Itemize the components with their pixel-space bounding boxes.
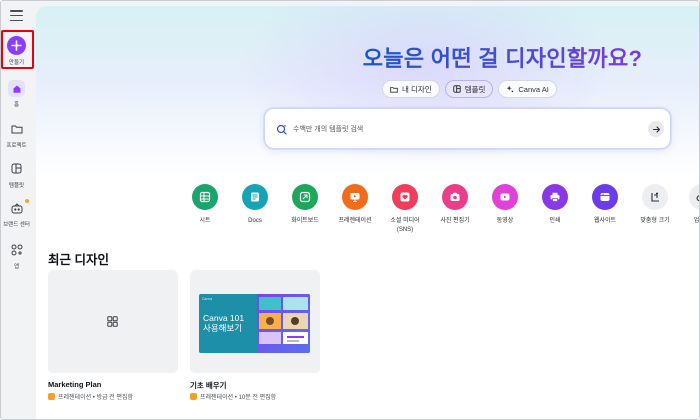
design-tabs: 내 디자인 템플릿 Canva AI xyxy=(382,80,557,98)
heart-icon xyxy=(392,184,418,210)
category-print-label: 인쇄 xyxy=(549,218,561,224)
category-sheets-label: 시트 xyxy=(199,218,211,224)
category-shortcuts: 시트 Docs 화이트보드 프레젠테이션 소셜 미디어 (SNS) 사진 편집기… xyxy=(173,184,699,244)
category-website[interactable]: 웹사이트 xyxy=(580,184,630,226)
category-video[interactable]: 동영상 xyxy=(480,184,530,226)
tab-my-designs[interactable]: 내 디자인 xyxy=(382,80,440,98)
category-upload[interactable]: 업로드 xyxy=(677,184,699,226)
sheets-icon xyxy=(192,184,218,210)
folder-icon xyxy=(11,125,22,133)
page-title: 오늘은 어떤 걸 디자인할까요? xyxy=(362,46,643,71)
tab-templates[interactable]: 템플릿 xyxy=(444,80,494,98)
cloud-upload-icon xyxy=(689,184,699,210)
search-submit-button[interactable] xyxy=(648,121,664,137)
template-icon xyxy=(452,85,461,93)
sparkle-icon xyxy=(507,85,514,93)
design-card-title[interactable]: 기초 배우기 xyxy=(190,380,227,391)
arrow-right-icon xyxy=(652,125,660,133)
whiteboard-icon xyxy=(292,184,318,210)
main-panel: 오늘은 어떤 걸 디자인할까요? 내 디자인 템플릿 Canva AI 시 xyxy=(36,6,699,419)
sidebar-item-projects[interactable] xyxy=(8,120,25,137)
design-card-meta: 프레젠테이션 • 10분 전 편집함 xyxy=(190,392,276,401)
design-card-basics[interactable]: Canva Canva 101 사용해보기 xyxy=(190,270,320,373)
category-photo-editor-label: 사진 편집기 xyxy=(440,218,470,224)
sidebar-item-templates[interactable] xyxy=(8,160,25,177)
search-icon xyxy=(276,122,288,135)
category-custom-size-label: 맞춤형 크기 xyxy=(640,218,670,224)
sidebar-item-templates-label: 템플릿 xyxy=(8,183,25,189)
search-bar xyxy=(264,108,671,149)
category-docs[interactable]: Docs xyxy=(230,184,280,226)
brand-icon xyxy=(11,203,22,214)
presentation-type-icon xyxy=(48,393,55,400)
category-custom-size[interactable]: 맞춤형 크기 xyxy=(630,184,680,226)
tab-canva-ai[interactable]: Canva AI xyxy=(498,80,557,98)
template-icon xyxy=(11,163,22,174)
tab-my-designs-label: 내 디자인 xyxy=(402,84,432,94)
category-photo-editor[interactable]: 사진 편집기 xyxy=(430,184,480,226)
docs-icon xyxy=(242,184,268,210)
menu-icon[interactable] xyxy=(10,10,23,21)
category-docs-label: Docs xyxy=(248,218,262,224)
sidebar-item-create-label: 만들기 xyxy=(8,60,25,66)
custom-size-icon xyxy=(642,184,668,210)
apps-icon xyxy=(11,244,22,255)
folder-icon xyxy=(390,86,398,93)
thumbnail-collage xyxy=(257,294,310,353)
category-print[interactable]: 인쇄 xyxy=(530,184,580,226)
tab-templates-label: 템플릿 xyxy=(464,84,486,94)
camera-icon xyxy=(442,184,468,210)
sidebar-item-brand-label: 브랜드 센터 xyxy=(3,222,30,228)
plus-icon xyxy=(11,40,22,51)
hero-banner xyxy=(36,6,699,176)
sidebar-item-brand[interactable] xyxy=(8,200,25,217)
video-icon xyxy=(492,184,518,210)
home-icon xyxy=(13,85,20,93)
grid-placeholder-icon xyxy=(107,316,118,327)
thumbnail-title: Canva 101 사용해보기 xyxy=(203,313,245,333)
thumbnail-brand: Canva xyxy=(202,297,213,301)
design-card-title[interactable]: Marketing Plan xyxy=(48,380,101,389)
category-upload-label: 업로드 xyxy=(693,218,699,224)
design-card-meta-text: 프레젠테이션 • 방금 전 편집함 xyxy=(58,395,134,401)
sidebar-item-home-label: 홈 xyxy=(13,102,20,108)
category-presentation[interactable]: 프레젠테이션 xyxy=(330,184,380,226)
sidebar-item-projects-label: 프로젝트 xyxy=(6,143,27,149)
category-video-label: 동영상 xyxy=(496,218,514,224)
category-social-media-label: 소셜 미디어 (SNS) xyxy=(390,218,420,233)
category-sheets[interactable]: 시트 xyxy=(180,184,230,226)
category-presentation-label: 프레젠테이션 xyxy=(338,218,372,224)
design-thumbnail: Canva Canva 101 사용해보기 xyxy=(199,294,310,353)
category-website-label: 웹사이트 xyxy=(593,218,617,224)
category-social-media[interactable]: 소셜 미디어 (SNS) xyxy=(380,184,430,235)
sidebar-item-apps[interactable] xyxy=(8,241,25,258)
category-whiteboard-label: 화이트보드 xyxy=(291,218,319,224)
new-badge-dot xyxy=(25,199,29,203)
design-card-marketing-plan[interactable] xyxy=(48,270,178,373)
print-icon xyxy=(542,184,568,210)
category-whiteboard[interactable]: 화이트보드 xyxy=(280,184,330,226)
sidebar-item-home[interactable] xyxy=(8,80,25,97)
design-card-meta: 프레젠테이션 • 방금 전 편집함 xyxy=(48,392,133,401)
tab-canva-ai-label: Canva AI xyxy=(518,84,549,94)
presentation-type-icon xyxy=(190,393,197,400)
search-input[interactable] xyxy=(293,121,623,137)
presentation-icon xyxy=(342,184,368,210)
website-icon xyxy=(592,184,618,210)
create-button[interactable] xyxy=(7,36,26,55)
design-card-meta-text: 프레젠테이션 • 10분 전 편집함 xyxy=(200,395,277,401)
recent-designs-heading: 최근 디자인 xyxy=(48,253,109,267)
sidebar-item-apps-label: 앱 xyxy=(13,264,20,270)
